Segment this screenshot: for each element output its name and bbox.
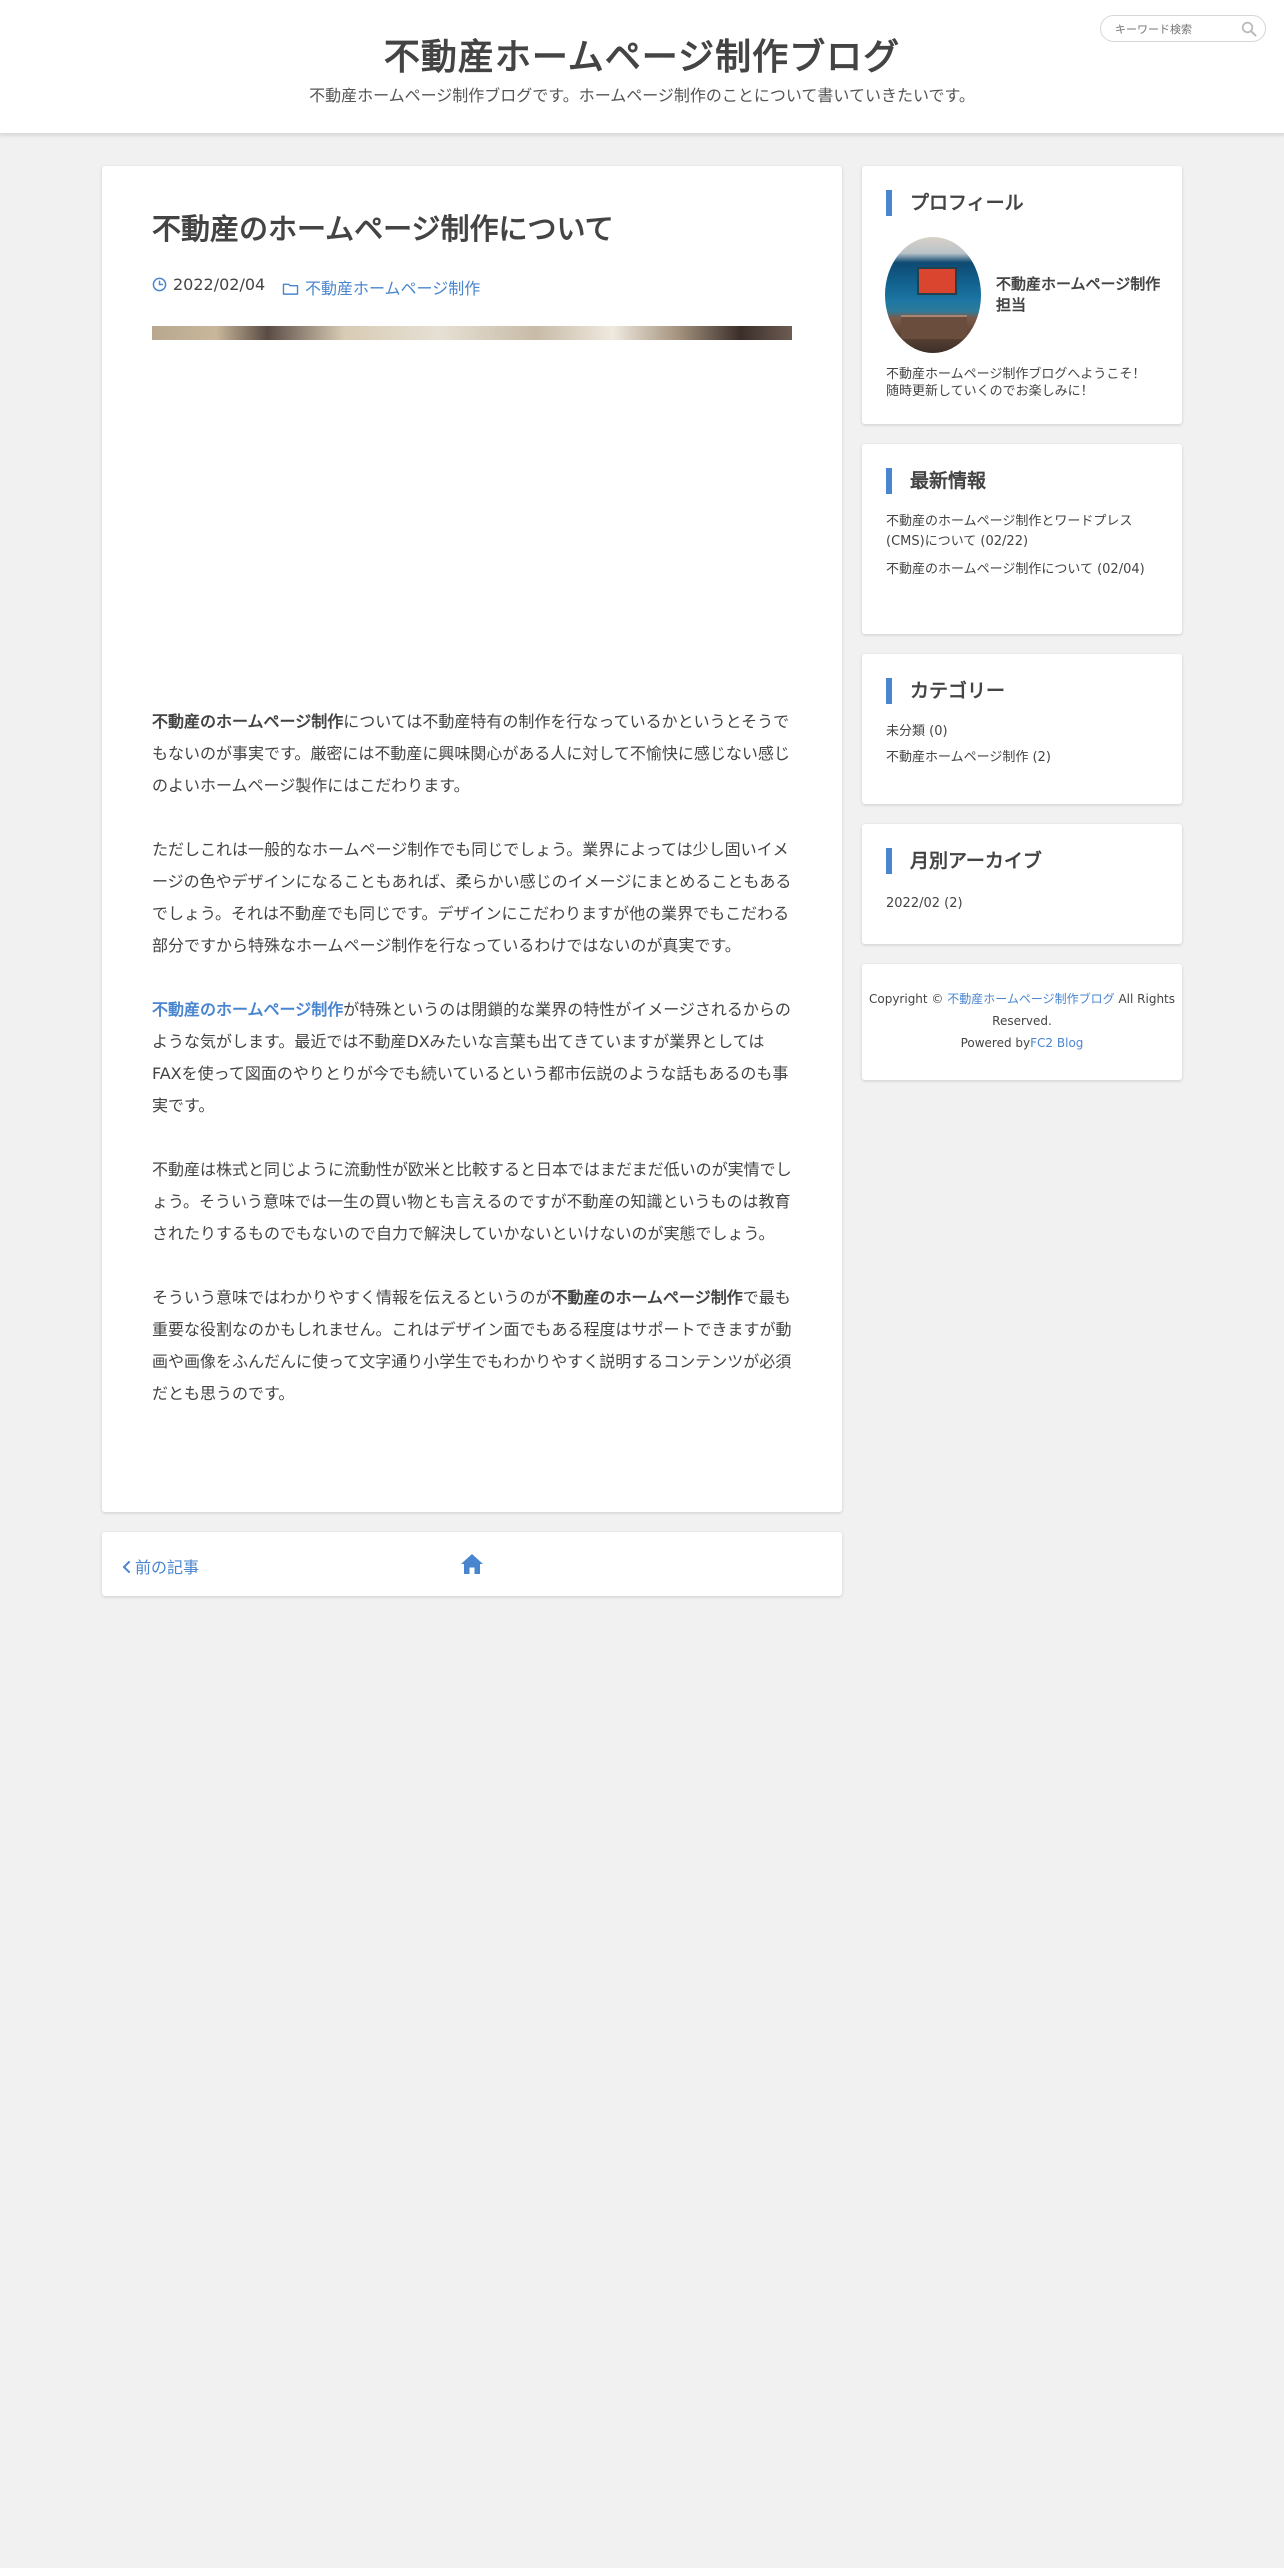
site-description: 不動産ホームページ制作ブログです。ホームページ制作のことについて書いていきたいで… <box>309 86 975 105</box>
profile-widget-title: プロフィール <box>886 190 1024 216</box>
article-category-link[interactable]: 不動産ホームページ制作 <box>305 279 480 298</box>
article-date: 2022/02/04 <box>152 275 265 294</box>
paragraph-5-pre: そういう意味ではわかりやすく情報を伝えるというのが <box>152 1288 552 1307</box>
list-item[interactable]: 不動産のホームページ制作とワードプレス(CMS)について (02/22) <box>886 512 1164 552</box>
avatar-desk-shape <box>901 315 967 339</box>
copyright-prefix: Copyright © <box>868 992 948 1006</box>
profile-widget: プロフィール 不動産ホームページ制作担当 不動産ホームページ制作ブログへようこそ… <box>862 166 1182 424</box>
copyright-widget: Copyright © 不動産ホームページ制作ブログ All Rights Re… <box>862 964 1182 1080</box>
latest-widget-title: 最新情報 <box>886 468 986 494</box>
latest-widget: 最新情報 不動産のホームページ制作とワードプレス(CMS)について (02/22… <box>862 444 1182 634</box>
paragraph-5-bold: 不動産のホームページ制作 <box>551 1288 743 1307</box>
paragraph-4-text: 不動産は株式と同じように流動性が欧米と比較すると日本ではまだまだ低いのが実情でし… <box>152 1160 792 1243</box>
search-icon[interactable] <box>1241 21 1257 37</box>
paragraph-5: そういう意味ではわかりやすく情報を伝えるというのが不動産のホームページ制作で最も… <box>152 1282 794 1410</box>
prev-article-link[interactable]: 前の記事 <box>122 1554 199 1578</box>
copyright-text: Copyright © 不動産ホームページ制作ブログ All Rights Re… <box>862 988 1182 1054</box>
copyright-site-link[interactable]: 不動産ホームページ制作ブログ <box>947 992 1114 1006</box>
paragraph-4: 不動産は株式と同じように流動性が欧米と比較すると日本ではまだまだ低いのが実情でし… <box>152 1154 794 1250</box>
avatar-screen-shape <box>917 267 957 295</box>
article-pager: 前の記事 <box>102 1532 842 1596</box>
chevron-left-icon <box>122 1561 130 1573</box>
article-category[interactable]: 不動産ホームページ制作 <box>282 275 480 299</box>
prev-article-label: 前の記事 <box>135 1558 200 1577</box>
avatar <box>885 237 981 353</box>
profile-name: 不動産ホームページ制作担当 <box>996 275 1161 314</box>
article-title: 不動産のホームページ制作について <box>152 212 614 246</box>
paragraph-1-bold: 不動産のホームページ制作 <box>152 712 344 731</box>
category-list: 未分類 (0) 不動産ホームページ制作 (2) <box>886 722 1164 774</box>
search-box[interactable] <box>1100 15 1266 42</box>
powered-by-prefix: Powered by <box>960 1036 1031 1050</box>
home-icon[interactable] <box>459 1552 485 1576</box>
folder-icon <box>282 283 299 295</box>
paragraph-3-link[interactable]: 不動産のホームページ制作 <box>152 1000 343 1019</box>
paragraph-1: 不動産のホームページ制作については不動産特有の制作を行なっているかというとそうで… <box>152 706 794 802</box>
search-input[interactable] <box>1115 21 1235 37</box>
archive-widget-title: 月別アーカイブ <box>886 848 1042 874</box>
paragraph-2: ただしこれは一般的なホームページ制作でも同じでしょう。業界によっては少し固いイメ… <box>152 834 794 962</box>
article-body: 不動産のホームページ制作については不動産特有の制作を行なっているかというとそうで… <box>152 706 794 1442</box>
list-item[interactable]: 未分類 (0) <box>886 722 1164 742</box>
site-header: 不動産ホームページ制作ブログ 不動産ホームページ制作ブログです。ホームページ制作… <box>0 0 1284 134</box>
list-item[interactable]: 不動産ホームページ制作 (2) <box>886 748 1164 768</box>
article-date-text: 2022/02/04 <box>173 275 266 294</box>
list-item[interactable]: 不動産のホームページ制作について (02/04) <box>886 560 1164 580</box>
paragraph-3: 不動産のホームページ制作が特殊というのは閉鎖的な業界の特性がイメージされるからの… <box>152 994 794 1122</box>
category-widget-title: カテゴリー <box>886 678 1005 704</box>
paragraph-2-text: ただしこれは一般的なホームページ制作でも同じでしょう。業界によっては少し固いイメ… <box>152 840 792 955</box>
latest-list: 不動産のホームページ制作とワードプレス(CMS)について (02/22) 不動産… <box>886 512 1164 588</box>
profile-text: 不動産ホームページ制作ブログへようこそ！随時更新していくのでお楽しみに！ <box>886 367 1146 399</box>
archive-list: 2022/02 (2) <box>886 894 1164 914</box>
powered-by-link[interactable]: FC2 Blog <box>1030 1036 1083 1050</box>
site-title[interactable]: 不動産ホームページ制作ブログ <box>0 28 1284 80</box>
archive-widget: 月別アーカイブ 2022/02 (2) <box>862 824 1182 944</box>
category-widget: カテゴリー 未分類 (0) 不動産ホームページ制作 (2) <box>862 654 1182 804</box>
clock-icon <box>152 277 167 292</box>
article-card: 不動産のホームページ制作について 2022/02/04 不動産ホームページ制作 … <box>102 166 842 1512</box>
article-hero-image <box>152 326 792 340</box>
list-item[interactable]: 2022/02 (2) <box>886 894 1164 914</box>
